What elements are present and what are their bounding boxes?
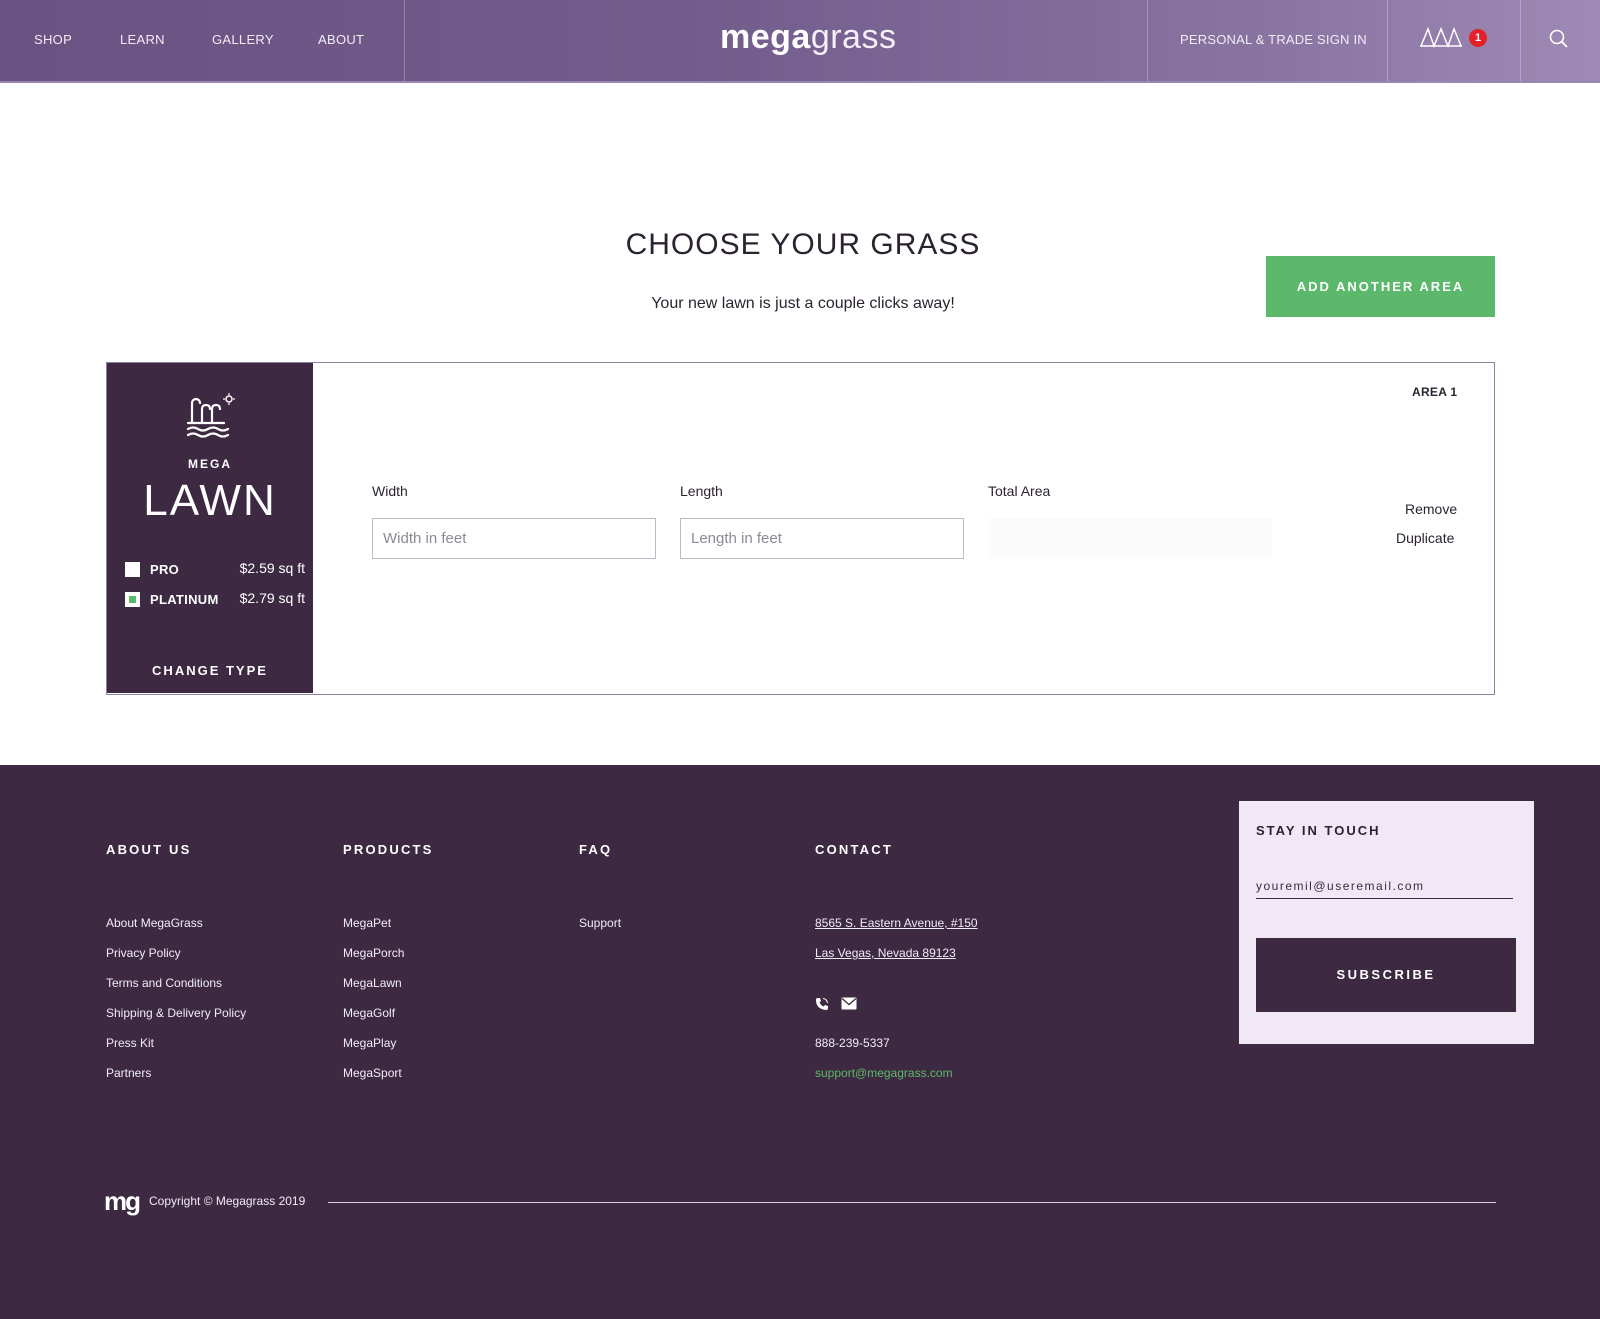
newsletter-title: STAY IN TOUCH <box>1256 823 1381 838</box>
lawn-icon <box>186 393 235 438</box>
width-label: Width <box>372 483 408 499</box>
tier-price: $2.59 sq ft <box>239 560 305 576</box>
logo-grass: grass <box>810 18 897 56</box>
total-area-value <box>988 518 1272 559</box>
mountains-cart-icon <box>1420 26 1462 49</box>
footer-heading-products: PRODUCTS <box>343 842 434 857</box>
product-name: LAWN <box>143 476 277 525</box>
product-panel: MEGA LAWN PRO $2.59 sq ft PLATINUM $2.79… <box>107 363 313 693</box>
sign-in-link[interactable]: PERSONAL & TRADE SIGN IN <box>1180 32 1367 47</box>
contact-address-line1[interactable]: 8565 S. Eastern Avenue, #150 <box>815 916 978 930</box>
footer-link[interactable]: MegaSport <box>343 1066 402 1080</box>
subscribe-button[interactable]: SUBSCRIBE <box>1256 938 1516 1012</box>
tier-checkbox[interactable] <box>125 592 140 607</box>
tier-checkbox[interactable] <box>125 562 140 577</box>
nav-learn[interactable]: LEARN <box>120 32 165 47</box>
nav-shop[interactable]: SHOP <box>34 32 72 47</box>
newsletter-email-input[interactable] <box>1256 873 1513 899</box>
contact-address-line2[interactable]: Las Vegas, Nevada 89123 <box>815 946 956 960</box>
site-logo[interactable]: megagrass <box>720 18 896 57</box>
remove-area-button[interactable]: Remove <box>1405 501 1457 517</box>
header-divider <box>1387 0 1388 81</box>
area-label: AREA 1 <box>1412 385 1458 399</box>
footer-link[interactable]: Support <box>579 916 621 930</box>
duplicate-area-button[interactable]: Duplicate <box>1396 530 1454 546</box>
footer-logo[interactable]: mg <box>104 1186 141 1217</box>
tier-option-platinum[interactable]: PLATINUM $2.79 sq ft <box>125 590 305 610</box>
footer-divider <box>328 1202 1496 1203</box>
tier-name: PLATINUM <box>150 592 219 607</box>
footer-link[interactable]: Shipping & Delivery Policy <box>106 1006 246 1020</box>
tier-price: $2.79 sq ft <box>239 590 305 606</box>
nav-gallery[interactable]: GALLERY <box>212 32 274 47</box>
newsletter-box: STAY IN TOUCH SUBSCRIBE <box>1239 801 1534 1044</box>
change-type-button[interactable]: CHANGE TYPE <box>107 663 313 678</box>
add-another-area-button[interactable]: ADD ANOTHER AREA <box>1266 256 1495 317</box>
phone-icon[interactable] <box>815 997 831 1011</box>
search-button[interactable] <box>1548 28 1574 54</box>
header-divider <box>404 0 405 81</box>
contact-phone[interactable]: 888-239-5337 <box>815 1036 890 1050</box>
copyright-text: Copyright © Megagrass 2019 <box>149 1194 306 1208</box>
site-footer: ABOUT US About MegaGrass Privacy Policy … <box>0 765 1600 1319</box>
cart-count-badge: 1 <box>1469 29 1487 47</box>
search-icon <box>1549 29 1568 48</box>
footer-link[interactable]: MegaGolf <box>343 1006 395 1020</box>
mail-icon[interactable] <box>841 997 857 1011</box>
footer-link[interactable]: Privacy Policy <box>106 946 181 960</box>
header-divider <box>1147 0 1148 81</box>
product-brand: MEGA <box>188 457 232 471</box>
contact-email[interactable]: support@megagrass.com <box>815 1066 953 1080</box>
footer-heading-about: ABOUT US <box>106 842 192 857</box>
footer-link[interactable]: About MegaGrass <box>106 916 203 930</box>
footer-link[interactable]: MegaPorch <box>343 946 404 960</box>
footer-link[interactable]: MegaPet <box>343 916 391 930</box>
nav-about[interactable]: ABOUT <box>318 32 364 47</box>
length-input[interactable] <box>680 518 964 559</box>
cart-button[interactable]: 1 <box>1420 26 1490 56</box>
width-input[interactable] <box>372 518 656 559</box>
header-divider <box>1520 0 1521 81</box>
footer-link[interactable]: Press Kit <box>106 1036 154 1050</box>
tier-option-pro[interactable]: PRO $2.59 sq ft <box>125 560 305 580</box>
footer-link[interactable]: MegaPlay <box>343 1036 396 1050</box>
area-card: MEGA LAWN PRO $2.59 sq ft PLATINUM $2.79… <box>106 362 1495 695</box>
length-label: Length <box>680 483 723 499</box>
footer-link[interactable]: Partners <box>106 1066 151 1080</box>
footer-heading-faq: FAQ <box>579 842 613 857</box>
total-area-label: Total Area <box>988 483 1051 499</box>
footer-heading-contact: CONTACT <box>815 842 893 857</box>
footer-link[interactable]: MegaLawn <box>343 976 402 990</box>
tier-name: PRO <box>150 562 180 577</box>
site-header: SHOP LEARN GALLERY ABOUT megagrass PERSO… <box>0 0 1600 83</box>
logo-mega: mega <box>720 18 811 56</box>
footer-link[interactable]: Terms and Conditions <box>106 976 222 990</box>
